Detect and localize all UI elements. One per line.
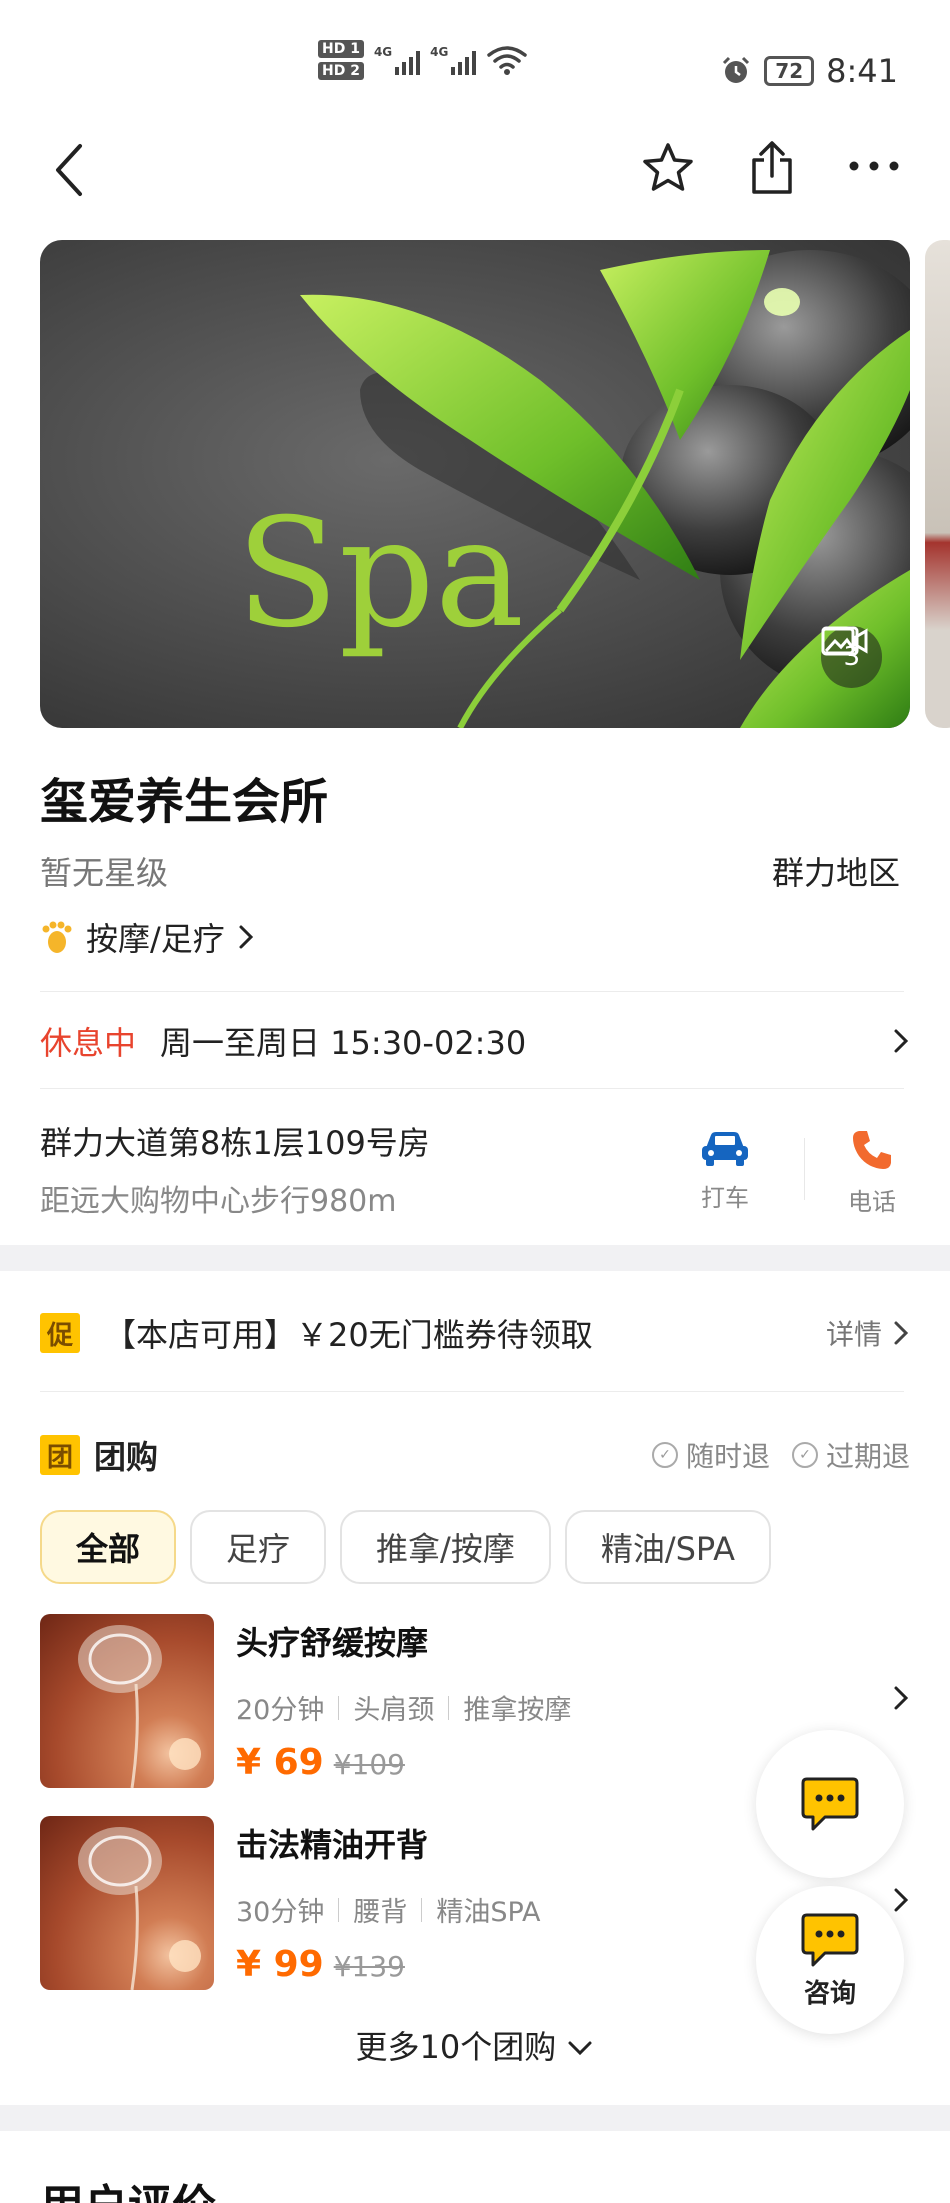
divider [804,1138,805,1200]
promo-detail-link[interactable]: 详情 [826,1313,910,1353]
taxi-button[interactable]: 打车 [700,1128,750,1213]
deal-tags: 20分钟 头肩颈 推拿按摩 [236,1688,571,1727]
chat-bubble-icon [801,1913,859,1966]
media-count-pill[interactable]: 3 [821,626,882,688]
chevron-right-icon [894,1686,909,1710]
wifi-icon [487,46,528,75]
chevron-right-icon [894,1321,909,1345]
taxi-label: 打车 [701,1184,749,1212]
group-buy-title: 团购 [94,1438,159,1476]
deal-duration: 20分钟 [236,1695,325,1726]
video-icon [821,627,868,655]
category-label: 按摩/足疗 [86,920,225,958]
deal-original-price: ¥139 [333,1950,405,1983]
deal-tags: 30分钟 腰背 精油SPA [236,1890,541,1929]
tab-oil-spa[interactable]: 精油/SPA [564,1510,772,1584]
deal-price: ¥ 99 ¥139 [236,1944,405,1985]
deal-current-price: ¥ 99 [236,1944,324,1985]
next-banner-preview[interactable] [925,240,950,728]
reviews-section-title: 用户评价 [40,2170,216,2203]
consult-label: 咨询 [803,1978,856,2009]
chat-float-button[interactable] [756,1730,904,1878]
consult-float-button[interactable]: 咨询 [756,1886,904,2034]
top-nav [0,130,950,210]
promo-text: 【本店可用】￥20无门槛券待领取 [104,1316,593,1354]
chevron-down-icon [568,2041,592,2056]
sim-indicators: HD 1 HD 2 [318,40,364,80]
check-circle-icon: ✓ [791,1442,818,1468]
guarantee-expiry-refund: 过期退 [825,1440,910,1473]
spa-logo-text: Spa [236,487,524,661]
car-icon [702,1132,748,1166]
phone-button[interactable]: 电话 [848,1128,896,1217]
signal-2-icon: 4G [430,45,477,75]
phone-icon [853,1131,891,1169]
deal-category-tabs: 全部 足疗 推拿/按摩 精油/SPA [40,1510,772,1584]
hd2-badge: HD 2 [318,62,364,80]
deal-original-price: ¥109 [333,1748,405,1781]
promo-tag: 促 [40,1313,80,1353]
hero-banner[interactable]: Spa 3 [40,240,910,728]
divider [40,1088,904,1089]
promo-detail-label: 详情 [825,1318,882,1351]
distance-text: 距远大购物中心步行980m [40,1184,397,1219]
signal-1-icon: 4G [374,45,421,75]
deal-thumbnail [40,1816,214,1990]
deal-body-area: 腰背 [353,1897,408,1928]
divider [40,991,904,992]
check-circle-icon: ✓ [651,1442,678,1468]
coupon-promo-row[interactable]: 促 【本店可用】￥20无门槛券待领取 详情 [40,1310,910,1356]
hours-text: 周一至周日 15:30-02:30 [160,1024,527,1062]
phone-label: 电话 [848,1188,896,1216]
more-icon[interactable] [846,144,902,188]
footprint-icon [42,921,72,953]
category-link[interactable]: 按摩/足疗 [40,914,255,960]
group-buy-header: 团 团购 ✓ 随时退 ✓ 过期退 [40,1432,910,1478]
chat-bubble-icon [801,1777,859,1831]
alarm-icon [723,56,750,83]
tab-all[interactable]: 全部 [40,1510,177,1584]
business-hours-row[interactable]: 休息中 周一至周日 15:30-02:30 [40,1018,910,1064]
banner-image: Spa [236,250,910,728]
chevron-right-icon [239,925,253,949]
battery-indicator: 72 [764,56,815,86]
star-icon[interactable] [640,140,696,196]
chevron-right-icon [894,1029,909,1053]
deal-body-area: 头肩颈 [353,1695,435,1726]
back-icon[interactable] [50,142,90,198]
address-text[interactable]: 群力大道第8栋1层109号房 [40,1118,430,1164]
clock: 8:41 [826,52,898,90]
status-bar: HD 1 HD 2 4G 4G 72 8:41 [0,0,950,130]
deal-type: 推拿按摩 [463,1695,572,1726]
deal-thumbnail [40,1614,214,1788]
divider [40,1391,904,1392]
guarantee-anytime-refund: 随时退 [685,1440,770,1473]
section-separator [0,2105,950,2131]
tab-massage[interactable]: 推拿/按摩 [340,1510,551,1584]
region-label: 群力地区 [771,854,900,892]
deal-current-price: ¥ 69 [236,1742,324,1783]
more-deals-label: 更多10个团购 [355,2028,557,2066]
share-icon[interactable] [746,138,798,198]
shop-name: 玺爱养生会所 [40,774,329,830]
guarantees: ✓ 随时退 ✓ 过期退 [651,1435,910,1475]
hd1-badge: HD 1 [318,40,364,58]
chevron-right-icon [894,1888,909,1912]
hours-status: 休息中 [40,1024,137,1062]
deal-price: ¥ 69 ¥109 [236,1742,405,1783]
deal-name: 击法精油开背 [236,1826,429,1864]
tab-foot-therapy[interactable]: 足疗 [190,1510,327,1584]
deal-duration: 30分钟 [236,1897,325,1928]
deal-type: 精油SPA [436,1897,541,1928]
star-rating-text: 暂无星级 [40,854,169,892]
section-separator [0,1245,950,1271]
deal-name: 头疗舒缓按摩 [236,1624,429,1662]
group-buy-tag: 团 [40,1435,80,1475]
